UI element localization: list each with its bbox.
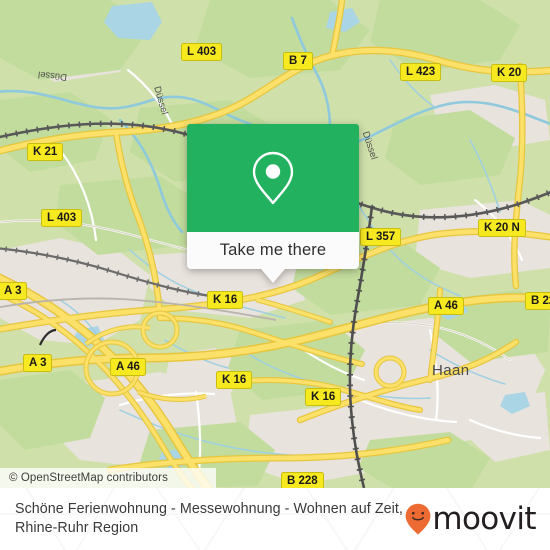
card-icon-panel bbox=[187, 124, 359, 232]
moovit-logo[interactable]: moovit bbox=[405, 500, 537, 537]
card-label-panel[interactable]: Take me there bbox=[187, 232, 359, 283]
road-shield: A 46 bbox=[428, 297, 464, 315]
screenshot-root: L 403 B 7 L 423 K 20 K 21 L 403 L 357 K … bbox=[0, 0, 550, 550]
road-shield: L 357 bbox=[360, 228, 402, 246]
road-shield: L 403 bbox=[181, 43, 223, 61]
road-shield: K 16 bbox=[216, 371, 253, 389]
road-shield: B 22 bbox=[525, 292, 550, 310]
footer-title: Schöne Ferienwohnung - Messewohnung - Wo… bbox=[15, 501, 403, 536]
moovit-pin-icon bbox=[405, 503, 431, 535]
take-me-there-card[interactable]: Take me there bbox=[187, 124, 359, 283]
card-pointer bbox=[261, 269, 285, 283]
road-shield: K 16 bbox=[305, 388, 342, 406]
place-label-haan: Haan bbox=[432, 362, 470, 379]
footer-bar: Schöne Ferienwohnung - Messewohnung - Wo… bbox=[0, 488, 550, 550]
moovit-wordmark: moovit bbox=[432, 500, 536, 537]
card-label: Take me there bbox=[219, 241, 327, 259]
osm-attribution[interactable]: © OpenStreetMap contributors bbox=[0, 468, 216, 488]
road-shield: A 46 bbox=[110, 358, 146, 376]
road-shield: L 423 bbox=[400, 63, 442, 81]
road-shield: B 228 bbox=[281, 472, 324, 488]
road-shield: A 3 bbox=[0, 282, 28, 300]
road-shield: B 7 bbox=[283, 52, 313, 70]
road-shield: L 403 bbox=[41, 209, 83, 227]
osm-attribution-text: © OpenStreetMap contributors bbox=[9, 472, 168, 484]
road-shield: K 16 bbox=[207, 291, 244, 309]
road-shield: K 21 bbox=[27, 143, 64, 161]
road-shield: K 20 bbox=[491, 64, 528, 82]
map-viewport[interactable]: L 403 B 7 L 423 K 20 K 21 L 403 L 357 K … bbox=[0, 0, 550, 488]
road-shield: A 3 bbox=[23, 354, 53, 372]
road-shield: K 20 N bbox=[478, 219, 526, 237]
map-pin-icon bbox=[252, 151, 294, 205]
